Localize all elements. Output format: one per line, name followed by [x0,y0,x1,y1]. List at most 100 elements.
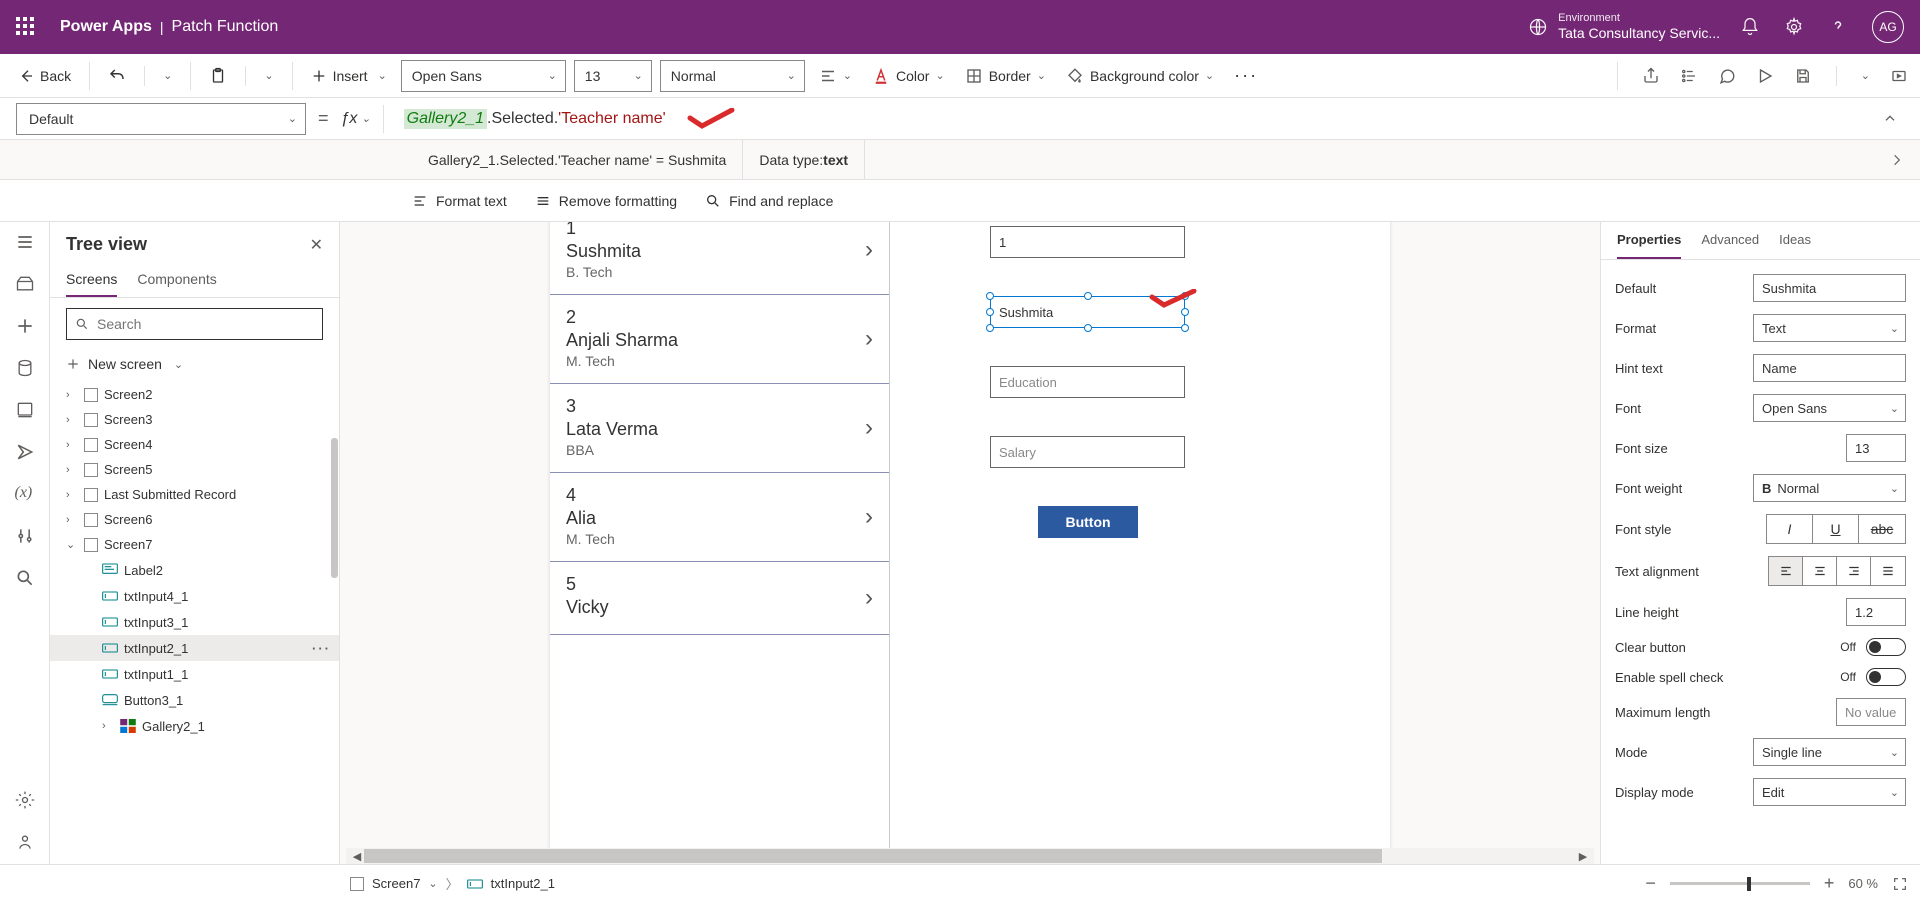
breadcrumb-element[interactable]: txtInput2_1 [491,876,555,891]
horizontal-scrollbar[interactable]: ◀ ▶ [346,848,1594,864]
tree-item[interactable]: Label2 [50,557,339,583]
fit-screen-icon[interactable] [1892,876,1908,892]
prop-font-select[interactable]: Open Sans⌄ [1753,394,1906,422]
txtinput1[interactable]: 1 [990,226,1185,258]
prop-format-select[interactable]: Text⌄ [1753,314,1906,342]
align-justify-button[interactable] [1871,557,1905,585]
txtinput3[interactable]: Education [990,366,1185,398]
clear-button-toggle[interactable] [1866,638,1906,656]
insert-button[interactable]: Insert ⌄ [305,64,393,88]
tree-item[interactable]: ›Last Submitted Record [50,482,339,507]
gallery-item[interactable]: 5Vicky› [550,562,889,635]
help-icon[interactable] [1828,17,1848,37]
breadcrumb-screen[interactable]: Screen7 [372,876,420,891]
spell-check-toggle[interactable] [1866,668,1906,686]
tab-ideas[interactable]: Ideas [1779,222,1811,259]
virtual-agent-icon[interactable] [15,832,35,852]
settings-rail-icon[interactable] [15,790,35,810]
tree-item[interactable]: ⌄Screen7 [50,532,339,557]
tree-search-input[interactable] [97,316,314,332]
canvas[interactable]: 1SushmitaB. Tech›2Anjali SharmaM. Tech›3… [550,222,1390,848]
data-icon[interactable] [15,358,35,378]
gallery-item[interactable]: 1SushmitaB. Tech› [550,222,889,295]
environment-picker[interactable]: Environment Tata Consultancy Servic... [1528,12,1720,42]
scroll-right-icon[interactable]: ▶ [1576,850,1590,863]
prop-lineheight-input[interactable]: 1.2 [1846,598,1906,626]
prop-mode-select[interactable]: Single line⌄ [1753,738,1906,766]
save-icon[interactable] [1794,67,1812,85]
tree-item[interactable]: ›Screen2 [50,382,339,407]
zoom-slider[interactable] [1670,882,1810,885]
media-icon[interactable] [15,400,35,420]
checker-icon[interactable] [1680,67,1698,85]
settings-icon[interactable] [1784,17,1804,37]
advanced-tools-icon[interactable] [15,526,35,546]
find-replace-button[interactable]: Find and replace [705,193,833,209]
font-weight-select[interactable]: Normal⌄ [660,60,805,92]
tree-item[interactable]: ›Gallery2_1 [50,713,339,739]
tree-item[interactable]: txtInput4_1 [50,583,339,609]
undo-button[interactable] [102,63,132,89]
property-selector[interactable]: Default⌄ [16,103,306,135]
preview-icon[interactable] [1756,67,1774,85]
align-left-button[interactable] [1769,557,1803,585]
gallery-item[interactable]: 4AliaM. Tech› [550,473,889,562]
tree-item[interactable]: txtInput3_1 [50,609,339,635]
font-select[interactable]: Open Sans⌄ [401,60,566,92]
zoom-out-button[interactable]: − [1645,873,1656,894]
tree-item[interactable]: txtInput2_1··· [50,635,339,661]
prop-fontsize-input[interactable]: 13 [1846,434,1906,462]
insert-rail-icon[interactable] [15,316,35,336]
notifications-icon[interactable] [1740,17,1760,37]
hamburger-icon[interactable] [15,232,35,252]
bgcolor-button[interactable]: Background color⌄ [1060,63,1220,89]
user-avatar[interactable]: AG [1872,11,1904,43]
close-tree-icon[interactable]: ✕ [310,235,323,255]
share-icon[interactable] [1642,67,1660,85]
submit-button[interactable]: Button [1038,506,1138,538]
tree-search[interactable] [66,308,323,340]
fx-label[interactable]: ƒx⌄ [341,110,371,128]
prop-fontweight-select[interactable]: BNormal⌄ [1753,474,1906,502]
tab-components[interactable]: Components [137,263,216,297]
txtinput4[interactable]: Salary [990,436,1185,468]
gallery[interactable]: 1SushmitaB. Tech›2Anjali SharmaM. Tech›3… [550,222,890,848]
format-text-button[interactable]: Format text [412,193,507,209]
prop-default-input[interactable]: Sushmita [1753,274,1906,302]
strikethrough-button[interactable]: abc [1859,515,1905,543]
tree-item[interactable]: ›Screen4 [50,432,339,457]
txtinput2-selected[interactable]: Sushmita [990,296,1185,328]
align-right-button[interactable] [1837,557,1871,585]
search-rail-icon[interactable] [15,568,35,588]
scroll-left-icon[interactable]: ◀ [350,850,364,863]
remove-formatting-button[interactable]: Remove formatting [535,193,677,209]
zoom-in-button[interactable]: + [1824,873,1835,894]
new-screen-button[interactable]: New screen ⌄ [50,350,339,378]
paste-button[interactable] [203,63,233,89]
color-button[interactable]: Color⌄ [866,63,951,89]
comments-icon[interactable] [1718,67,1736,85]
gallery-item[interactable]: 3Lata VermaBBA› [550,384,889,473]
font-size-select[interactable]: 13⌄ [574,60,652,92]
power-automate-icon[interactable] [15,442,35,462]
italic-button[interactable]: I [1767,515,1813,543]
tree-item[interactable]: txtInput1_1 [50,661,339,687]
app-launcher-icon[interactable] [16,17,36,37]
gallery-item[interactable]: 2Anjali SharmaM. Tech› [550,295,889,384]
tree-item[interactable]: ›Screen3 [50,407,339,432]
publish-icon[interactable] [1890,67,1908,85]
prop-display-select[interactable]: Edit⌄ [1753,778,1906,806]
save-dropdown[interactable]: ⌄ [1861,69,1870,82]
tab-properties[interactable]: Properties [1617,222,1681,259]
variables-icon[interactable]: (x) [15,484,35,504]
undo-dropdown[interactable]: ⌄ [157,65,178,86]
back-button[interactable]: Back [12,64,77,88]
prop-maxlen-input[interactable]: No value [1836,698,1906,726]
next-result-icon[interactable] [1874,153,1920,167]
tree-item[interactable]: Button3_1 [50,687,339,713]
align-button[interactable]: ⌄ [813,63,858,89]
tree-view-icon[interactable] [15,274,35,294]
formula-input[interactable]: Gallery2_1.Selected.'Teacher name' [396,104,1864,134]
more-commands[interactable]: ··· [1228,61,1264,90]
expand-formula-icon[interactable] [1876,105,1904,133]
